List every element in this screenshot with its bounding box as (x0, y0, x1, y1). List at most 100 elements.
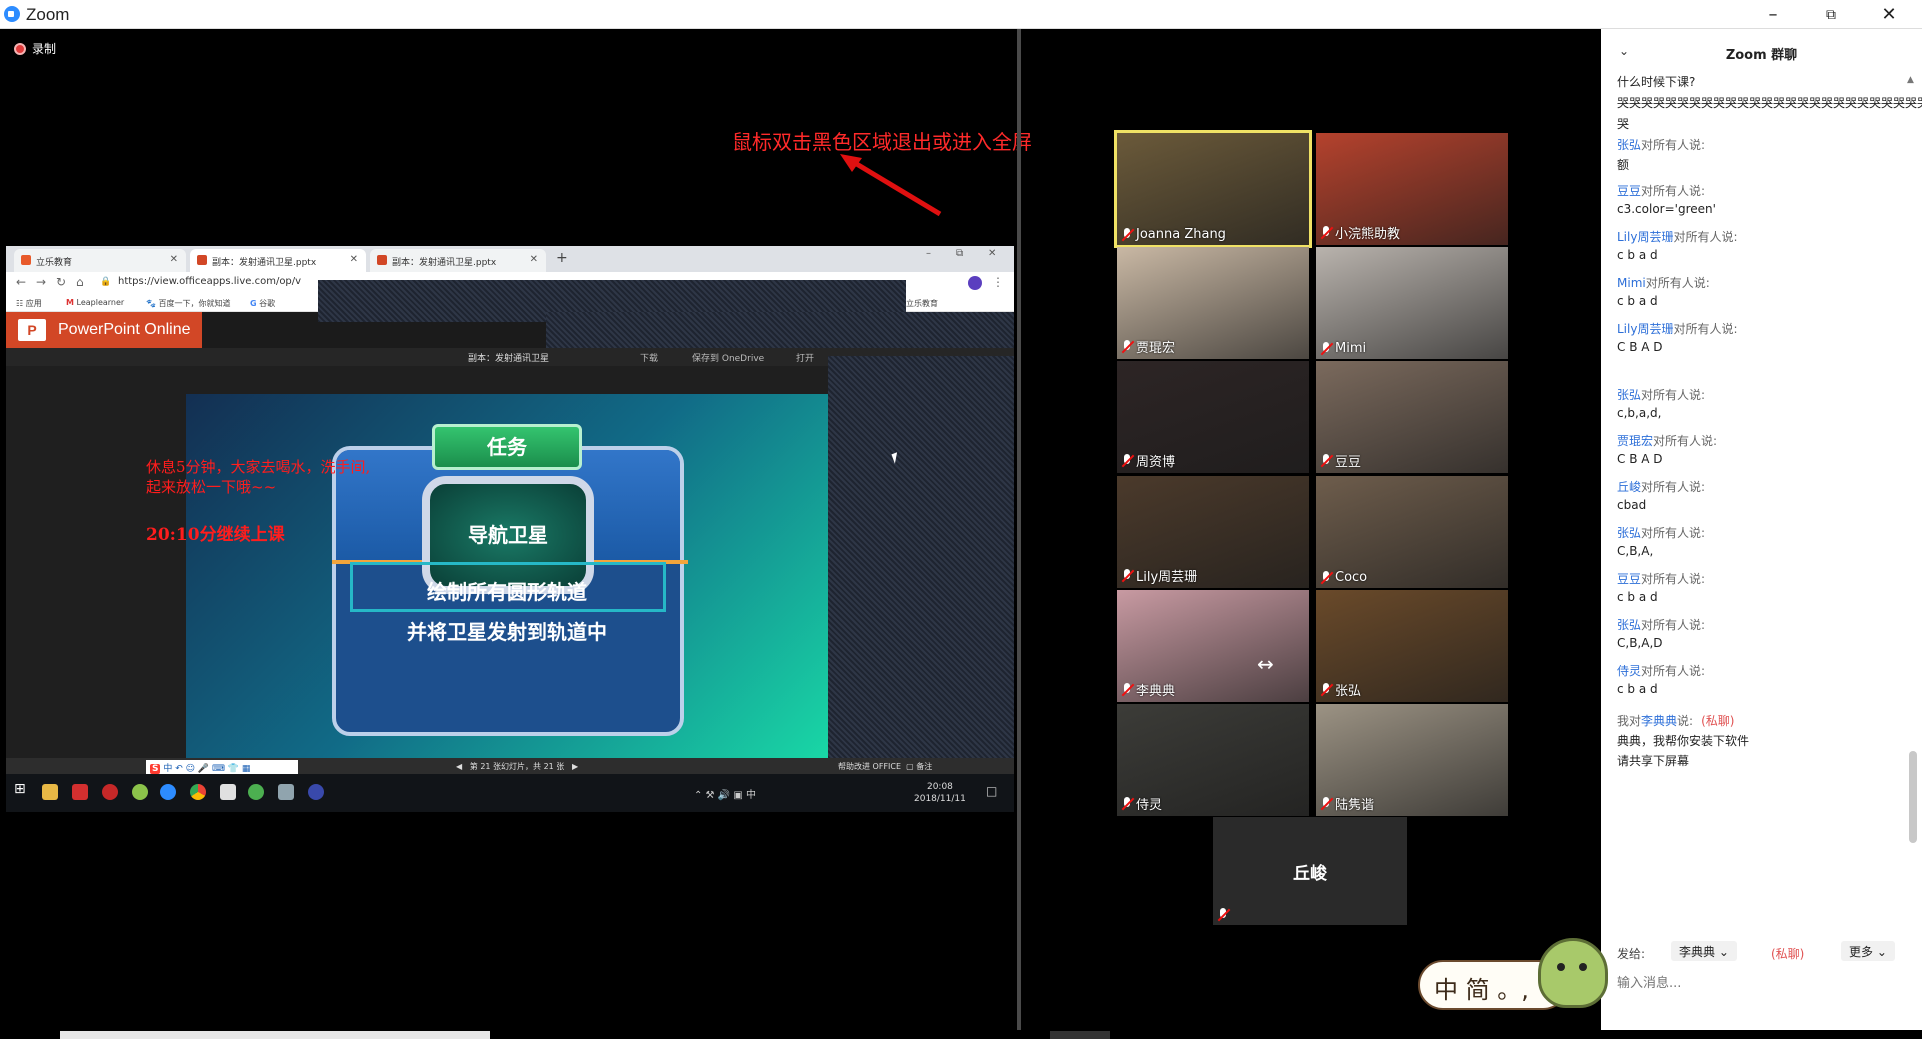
tab-close-icon[interactable]: ✕ (350, 254, 358, 265)
forward-icon[interactable]: → (36, 275, 46, 289)
participant-name: 周资博 (1136, 455, 1176, 470)
chat-sender[interactable]: Lily周芸珊对所有人说: (1617, 320, 1738, 337)
app-icon[interactable] (308, 784, 324, 800)
participant-tile-no-video[interactable]: 丘峻 (1213, 817, 1407, 925)
url-field[interactable]: https://view.officeapps.live.com/op/v (118, 276, 301, 287)
taskbar-clock[interactable]: 20:08 2018/11/11 (914, 781, 966, 805)
redacted-region (828, 356, 1014, 758)
ime-mode: 中 (163, 764, 173, 774)
tab-label: 立乐教育 (36, 258, 73, 268)
browser-tab[interactable]: 副本：发射通讯卫星.pptx ✕ (370, 249, 546, 272)
chevron-down-icon: ⌄ (1876, 945, 1887, 959)
windows-start-icon[interactable]: ⊞ (14, 781, 30, 797)
to-everyone-label: 对所有人说: (1641, 618, 1706, 632)
chat-sender[interactable]: 张弘对所有人说: (1617, 386, 1705, 403)
back-icon[interactable]: ← (16, 275, 26, 289)
chat-message-text: c b a d (1617, 590, 1658, 604)
chat-sender[interactable]: 丘峻对所有人说: (1617, 478, 1705, 495)
close-button[interactable]: ✕ (1860, 0, 1918, 29)
wechat-icon[interactable] (248, 784, 264, 800)
participant-tile[interactable]: 小浣熊助教 (1316, 133, 1508, 245)
chat-sender[interactable]: Lily周芸珊对所有人说: (1617, 228, 1738, 245)
sender-name: 豆豆 (1617, 572, 1642, 586)
bookmark-item[interactable]: G 谷歌 (250, 298, 275, 309)
chat-sender[interactable]: 张弘对所有人说: (1617, 524, 1705, 541)
participant-tile[interactable]: Mimi (1316, 247, 1508, 359)
zoom-taskbar-icon[interactable] (160, 784, 176, 800)
chrome-icon[interactable] (190, 784, 206, 800)
participant-tile[interactable]: 豆豆 (1316, 361, 1508, 473)
participant-tile[interactable]: 陆隽谐 (1316, 704, 1508, 816)
shared-screen[interactable]: 立乐教育 ✕ 副本：发射通讯卫星.pptx ✕ 副本：发射通讯卫星.pptx ✕… (6, 246, 1014, 812)
bookmark-item[interactable]: M Leaplearner (66, 298, 124, 307)
split-divider[interactable] (1017, 29, 1021, 1039)
save-onedrive-button[interactable]: 保存到 OneDrive (692, 351, 764, 364)
send-to-label: 发给: (1617, 947, 1646, 961)
sender-name: 豆豆 (1617, 184, 1642, 198)
app-icon[interactable] (102, 784, 118, 800)
participant-tile[interactable]: 李典典 (1117, 590, 1309, 702)
chat-sender[interactable]: 侍灵对所有人说: (1617, 662, 1705, 679)
send-to-dropdown[interactable]: 李典典 ⌄ (1671, 941, 1737, 961)
participant-tile[interactable]: 侍灵 (1117, 704, 1309, 816)
browser-tab[interactable]: 副本：发射通讯卫星.pptx ✕ (190, 249, 366, 272)
sogou-logo-icon: S (150, 764, 161, 774)
browser-minimize-icon[interactable]: – (926, 248, 931, 259)
private-target: 李典典 (1641, 714, 1678, 728)
file-explorer-icon[interactable] (42, 784, 58, 800)
sender-name: Mimi (1617, 276, 1646, 290)
browser-close-icon[interactable]: ✕ (988, 248, 996, 259)
chat-sender[interactable]: Mimi对所有人说: (1617, 274, 1710, 291)
app-icon[interactable] (132, 784, 148, 800)
participant-tile[interactable]: 张弘 (1316, 590, 1508, 702)
annotation-note-line2: 起来放松一下哦~~ (146, 478, 277, 496)
app-icon[interactable] (278, 784, 294, 800)
recording-indicator[interactable]: 录制 (14, 40, 56, 57)
chat-sender[interactable]: 张弘对所有人说: (1617, 616, 1705, 633)
restore-button[interactable]: ⧉ (1802, 0, 1860, 29)
browser-tab[interactable]: 立乐教育 ✕ (14, 249, 186, 272)
app-icon[interactable] (220, 784, 236, 800)
chevron-down-icon: ⌄ (1718, 945, 1729, 959)
more-button[interactable]: 更多 ⌄ (1841, 941, 1895, 961)
muted-mic-icon (1121, 796, 1133, 811)
participant-tile[interactable]: Lily周芸珊 (1117, 476, 1309, 588)
scroll-up-icon[interactable]: ▲ (1907, 75, 1914, 85)
profile-avatar[interactable] (968, 276, 982, 290)
bookmark-label: 谷歌 (259, 299, 276, 308)
new-tab-icon[interactable]: + (556, 250, 568, 266)
minimize-button[interactable]: – (1744, 0, 1802, 29)
muted-mic-icon (1121, 682, 1133, 697)
participant-label: 张弘 (1320, 680, 1361, 699)
open-button[interactable]: 打开 (796, 351, 814, 364)
chat-sender[interactable]: 张弘对所有人说: (1617, 136, 1705, 153)
chat-sender[interactable]: 贾琨宏对所有人说: (1617, 432, 1717, 449)
tab-close-icon[interactable]: ✕ (530, 254, 538, 265)
bookmark-item[interactable]: 立乐教育 (906, 298, 938, 309)
tray-icons[interactable]: ⌃ ⚒ 🔊 ▣ 中 (694, 786, 756, 801)
chat-sender[interactable]: 豆豆对所有人说: (1617, 182, 1705, 199)
menu-dots-icon[interactable]: ⋮ (992, 275, 1004, 289)
help-improve-link[interactable]: 帮助改进 OFFICE ▢ 备注 (838, 761, 932, 772)
participant-tile[interactable]: Joanna Zhang (1114, 130, 1312, 248)
home-icon[interactable]: ⌂ (76, 275, 84, 289)
notification-icon[interactable]: □ (986, 784, 997, 798)
app-icon[interactable] (72, 784, 88, 800)
tab-close-icon[interactable]: ✕ (170, 254, 178, 265)
chat-sender-private[interactable]: 我对李典典说: (私聊) (1617, 712, 1734, 729)
bookmark-label: Leaplearner (76, 298, 125, 307)
sogou-ime-bar[interactable]: S 中 ↶ ☺ 🎤 ⌨ 👕 ▦ (146, 760, 298, 774)
reload-icon[interactable]: ↻ (56, 275, 66, 289)
participant-tile[interactable]: Coco (1316, 476, 1508, 588)
browser-restore-icon[interactable]: ⧉ (956, 248, 963, 259)
muted-mic-icon (1320, 570, 1332, 585)
participant-tile[interactable]: 贾琨宏 (1117, 247, 1309, 359)
participant-tile[interactable]: 周资博 (1117, 361, 1309, 473)
chat-scrollbar[interactable] (1909, 751, 1917, 843)
chat-sender[interactable]: 豆豆对所有人说: (1617, 570, 1705, 587)
bookmark-apps[interactable]: ☷ 应用 (16, 298, 42, 309)
download-button[interactable]: 下载 (640, 351, 658, 364)
ime-floating-toolbar[interactable]: 中 简 。, (1418, 938, 1614, 1014)
chat-input[interactable] (1617, 971, 1902, 995)
bookmark-item[interactable]: 🐾 百度一下，你就知道 (146, 298, 231, 309)
